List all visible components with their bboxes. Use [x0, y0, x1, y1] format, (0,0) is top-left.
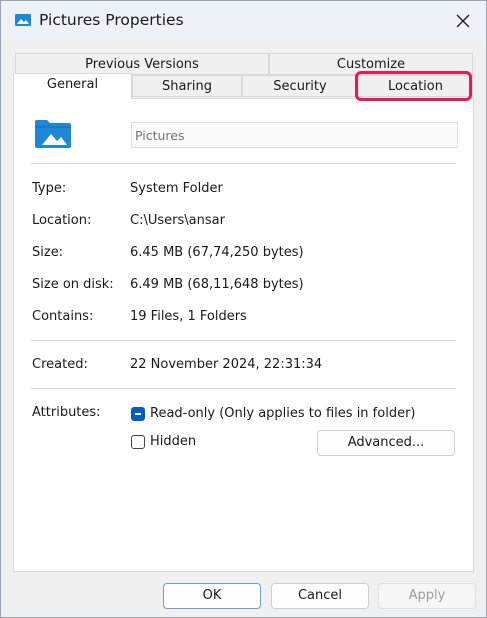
hidden-label[interactable]: Hidden — [150, 434, 196, 449]
apply-button[interactable]: Apply — [378, 583, 476, 609]
type-value: System Folder — [130, 181, 223, 196]
size-on-disk-label: Size on disk: — [32, 277, 114, 292]
tab-location[interactable]: Location — [358, 75, 473, 97]
folder-name-field[interactable] — [131, 122, 458, 148]
tab-sharing[interactable]: Sharing — [132, 75, 242, 97]
location-value: C:\Users\ansar — [130, 213, 225, 228]
contains-value: 19 Files, 1 Folders — [130, 309, 247, 324]
created-label: Created: — [32, 357, 88, 372]
window-title: Pictures Properties — [39, 11, 184, 29]
tab-label: General — [46, 77, 99, 92]
properties-window: Pictures Properties Previous Versions Cu… — [0, 0, 487, 618]
contains-label: Contains: — [32, 309, 94, 324]
advanced-button[interactable]: Advanced... — [317, 430, 455, 456]
tab-previous-versions[interactable]: Previous Versions — [15, 53, 269, 75]
tab-general[interactable]: General — [13, 73, 132, 99]
created-value: 22 November 2024, 22:31:34 — [130, 357, 323, 372]
ok-button[interactable]: OK — [163, 583, 261, 609]
divider — [31, 340, 456, 341]
type-label: Type: — [32, 181, 67, 196]
divider — [31, 163, 456, 164]
tab-security[interactable]: Security — [242, 75, 358, 97]
divider — [31, 388, 456, 389]
title-bar: Pictures Properties — [1, 1, 486, 41]
pictures-folder-icon — [34, 119, 72, 149]
pictures-folder-icon — [15, 13, 31, 27]
tab-label: Location — [388, 79, 443, 94]
size-on-disk-value: 6.49 MB (68,11,648 bytes) — [130, 277, 304, 292]
tab-customize[interactable]: Customize — [269, 53, 473, 75]
tab-label: Sharing — [162, 79, 212, 94]
cancel-button[interactable]: Cancel — [271, 583, 369, 609]
tab-label: Security — [273, 79, 327, 94]
attributes-label: Attributes: — [32, 405, 101, 420]
location-label: Location: — [32, 213, 92, 228]
close-button[interactable] — [440, 1, 486, 41]
close-icon — [456, 14, 470, 28]
general-panel: Type: System Folder Location: C:\Users\a… — [13, 98, 474, 572]
read-only-checkbox[interactable] — [131, 407, 145, 421]
tab-label: Previous Versions — [85, 57, 199, 72]
read-only-label[interactable]: Read-only (Only applies to files in fold… — [150, 406, 415, 421]
hidden-checkbox[interactable] — [131, 435, 145, 449]
size-label: Size: — [32, 245, 64, 260]
size-value: 6.45 MB (67,74,250 bytes) — [130, 245, 304, 260]
tab-label: Customize — [336, 57, 406, 72]
